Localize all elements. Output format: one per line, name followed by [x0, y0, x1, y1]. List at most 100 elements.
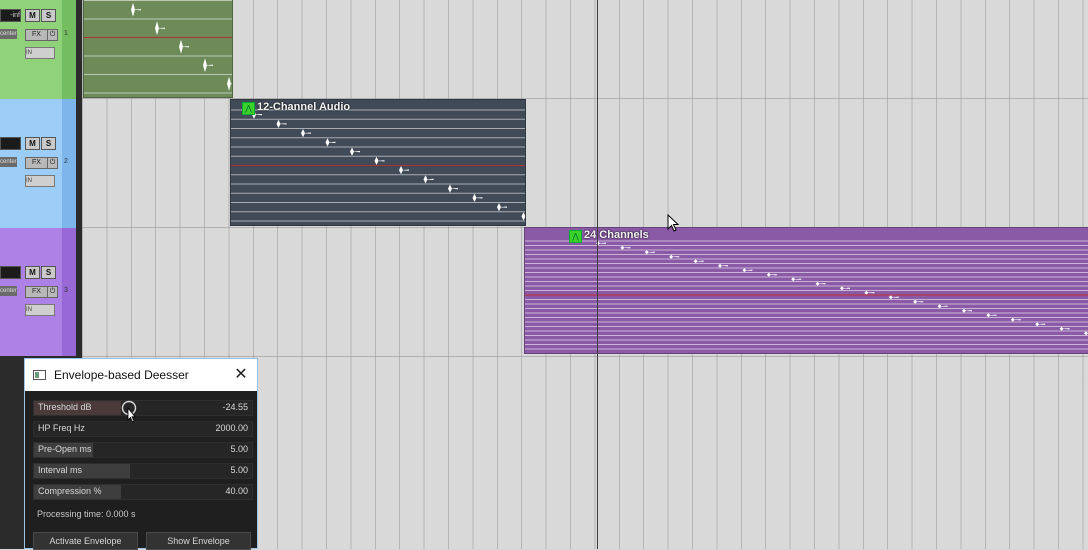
slider-value: 5.00 [230, 444, 248, 454]
transient-marker [693, 259, 704, 264]
item-label: 12-Channel Audio [257, 101, 351, 113]
interval-slider[interactable]: Interval ms 5.00 [33, 463, 253, 479]
edit-cursor[interactable] [597, 0, 598, 549]
media-item-1[interactable] [83, 0, 233, 98]
transient-marker [423, 175, 434, 184]
volume-meter[interactable] [0, 137, 21, 150]
fx-bypass-icon[interactable]: ⏻ [47, 29, 58, 41]
item-1-waveform [84, 0, 232, 94]
media-item-3[interactable]: ⋀ 24 Channels [524, 227, 1088, 354]
transient-marker [669, 254, 680, 259]
transient-marker [913, 299, 924, 304]
window-icon [33, 370, 46, 380]
transient-marker [766, 272, 777, 277]
fx-window[interactable]: Envelope-based Deesser ✕ Threshold dB -2… [24, 358, 258, 550]
track-number: 1 [64, 30, 68, 37]
item-2-waveform [231, 109, 525, 222]
track-color-strip [62, 0, 76, 99]
transient-marker [986, 313, 997, 318]
transient-marker [937, 304, 948, 309]
slider-value: 2000.00 [215, 423, 248, 433]
pan-control[interactable]: center [0, 157, 17, 167]
slider-label: Threshold dB [38, 402, 92, 412]
pre-open-slider[interactable]: Pre-Open ms 5.00 [33, 442, 253, 458]
activate-envelope-button[interactable]: Activate Envelope [33, 532, 138, 550]
item-label: 24 Channels [584, 229, 649, 241]
envelope-icon[interactable]: ⋀ [242, 102, 255, 115]
solo-button[interactable]: S [41, 9, 56, 22]
fx-button[interactable]: FX [25, 29, 48, 41]
transient-marker [521, 212, 525, 221]
media-item-2[interactable]: ⋀ 12-Channel Audio [230, 99, 526, 226]
input-button[interactable]: IN [25, 47, 55, 59]
fx-button[interactable]: FX [25, 157, 48, 169]
fx-bypass-icon[interactable]: ⏻ [47, 157, 58, 169]
transient-marker [350, 147, 360, 156]
transient-marker [864, 290, 875, 295]
item-3-waveform [525, 240, 1088, 350]
transient-marker [888, 295, 899, 300]
mute-button[interactable]: M [25, 137, 40, 150]
volume-meter[interactable] [0, 266, 21, 279]
track-number: 2 [64, 158, 68, 165]
mute-button[interactable]: M [25, 9, 40, 22]
pan-control[interactable]: center [0, 286, 17, 296]
transient-marker [325, 138, 336, 147]
fx-bypass-icon[interactable]: ⏻ [47, 286, 58, 298]
solo-button[interactable]: S [41, 266, 56, 279]
hp-freq-slider[interactable]: HP Freq Hz 2000.00 [33, 421, 253, 437]
transient-marker [718, 263, 728, 268]
slider-label: Interval ms [38, 465, 83, 475]
transient-marker [301, 128, 311, 138]
processing-time: Processing time: 0.000 s [37, 509, 136, 519]
fx-window-titlebar[interactable]: Envelope-based Deesser ✕ [25, 359, 257, 391]
compression-slider[interactable]: Compression % 40.00 [33, 484, 253, 500]
track-panel-3[interactable]: M S center FX ⏻ IN 3 [0, 228, 76, 356]
transient-marker [1010, 317, 1021, 322]
transient-marker [203, 58, 213, 73]
solo-button[interactable]: S [41, 137, 56, 150]
transient-marker [179, 39, 189, 54]
transient-marker [791, 277, 802, 282]
show-envelope-button[interactable]: Show Envelope [146, 532, 251, 550]
transient-marker [962, 308, 972, 313]
transient-marker [227, 76, 232, 91]
fx-button[interactable]: FX [25, 286, 48, 298]
transient-marker [131, 2, 141, 17]
slider-label: HP Freq Hz [38, 423, 85, 433]
close-icon[interactable]: ✕ [231, 365, 251, 385]
envelope-icon[interactable]: ⋀ [569, 230, 582, 243]
input-button[interactable]: IN [25, 304, 55, 316]
transient-marker [620, 245, 631, 250]
mute-button[interactable]: M [25, 266, 40, 279]
transient-marker [1084, 331, 1088, 336]
threshold-slider[interactable]: Threshold dB -24.55 [33, 400, 253, 416]
transient-marker [276, 119, 287, 129]
transient-marker [1035, 322, 1046, 327]
input-button[interactable]: IN [25, 175, 55, 187]
slider-value: -24.55 [222, 402, 248, 412]
transient-marker [742, 268, 753, 273]
track-panel-2[interactable]: M S center FX ⏻ IN 2 [0, 99, 76, 228]
knob-cursor-icon [121, 400, 137, 423]
slider-value: 40.00 [225, 486, 248, 496]
transient-marker [840, 286, 850, 291]
transient-marker [644, 250, 655, 255]
track-number: 3 [64, 287, 68, 294]
fx-window-title: Envelope-based Deesser [54, 368, 189, 382]
transient-marker [399, 165, 409, 175]
pan-control[interactable]: center [0, 29, 17, 39]
slider-label: Pre-Open ms [38, 444, 92, 454]
transient-marker [155, 21, 165, 36]
transient-marker [815, 281, 826, 286]
mouse-pointer-icon [667, 214, 679, 232]
transient-marker [472, 193, 483, 203]
transient-marker [1059, 326, 1070, 331]
slider-value: 5.00 [230, 465, 248, 475]
transient-marker [374, 156, 385, 166]
volume-meter[interactable]: -inf [0, 9, 21, 22]
transient-marker [497, 202, 507, 212]
track-panel-1[interactable]: -inf M S center FX ⏻ IN 1 [0, 0, 76, 99]
transient-marker [448, 184, 458, 193]
slider-label: Compression % [38, 486, 102, 496]
